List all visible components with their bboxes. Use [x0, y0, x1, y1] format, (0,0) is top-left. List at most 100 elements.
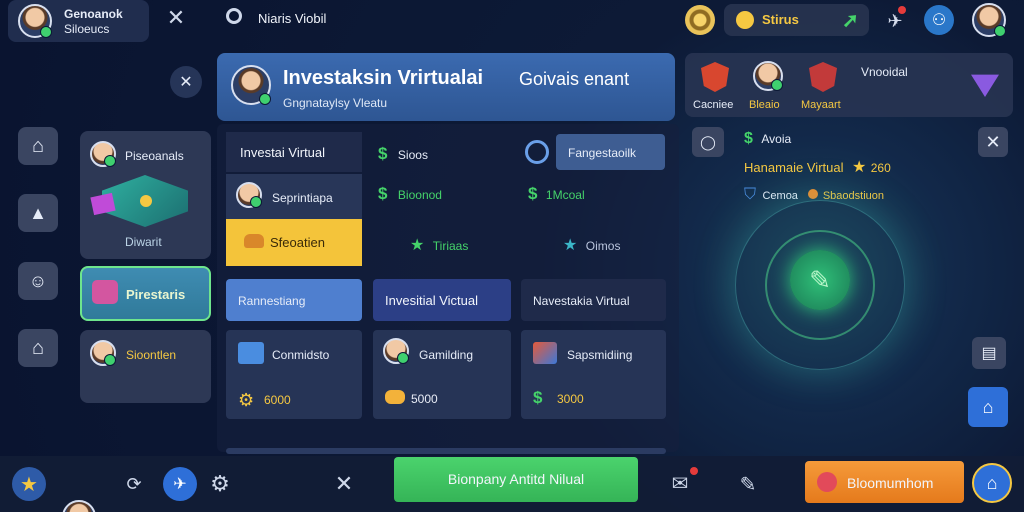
stat-row-4: $ 1Mcoal — [528, 184, 585, 204]
stat-label: 1Mcoal — [545, 188, 585, 202]
settings-icon[interactable] — [226, 8, 242, 24]
profile-name: Genoanok — [64, 7, 123, 21]
stat-button-label: Fangestaoilk — [568, 146, 637, 160]
category-card-3[interactable]: Sioontlen — [80, 330, 211, 403]
tab-label: Navestakia Virtual — [533, 294, 630, 308]
star-icon: ★ — [851, 159, 867, 176]
coin-icon — [140, 195, 152, 207]
card-1[interactable]: Gamilding 5000 — [373, 330, 511, 419]
close-icon[interactable]: ✕ — [978, 127, 1008, 157]
avatar — [236, 182, 262, 208]
pin-icon[interactable]: ✎ — [734, 470, 762, 498]
heart-icon — [817, 472, 837, 492]
cta-button-label: Bloomumhom — [847, 475, 934, 491]
card-value: 3000 — [557, 392, 584, 406]
info-line-1: $ Avoia — [744, 130, 791, 148]
gear-icon[interactable]: ⚙ — [206, 470, 234, 498]
mail-icon[interactable]: ✉ — [666, 470, 694, 496]
arrow-up-icon: ➚ — [842, 10, 859, 32]
tab-1[interactable]: Invesitial Victual — [373, 279, 511, 321]
coin-label: Stirus — [762, 12, 799, 27]
tab-2[interactable]: Navestakia Virtual — [521, 279, 666, 321]
list-icon — [238, 342, 264, 364]
card-title: Sapsmidiing — [567, 348, 633, 362]
wrench-icon[interactable]: ✎ — [790, 250, 850, 310]
stat-label: Oimos — [585, 239, 621, 253]
stat-row-3: ★ Tiriaas — [410, 235, 468, 255]
dollar-icon: $ — [528, 184, 538, 203]
close-icon[interactable]: ✕ — [330, 470, 358, 498]
page-title: Investaksin Vrirtualai — [283, 67, 484, 89]
avatar-top-right[interactable] — [972, 3, 1006, 37]
avatar — [231, 65, 271, 105]
hand-icon — [244, 234, 264, 248]
badge-panel: Cacniee Bleaio Mayaart Vnooidal — [685, 53, 1013, 117]
dollar-icon: $ — [533, 388, 543, 407]
page-subtitle: Gngnataylsy Vleatu — [283, 96, 388, 110]
stat-row-1: $ Sioos — [378, 144, 428, 164]
star-icon[interactable]: ★ — [12, 467, 46, 501]
bag-icon[interactable]: ⌂ — [972, 463, 1012, 503]
back-icon[interactable]: ◯ — [692, 127, 724, 157]
plane-icon[interactable]: ✈ — [163, 467, 197, 501]
crossed-tools-icon[interactable]: ✕ — [170, 66, 202, 98]
close-icon[interactable]: ✕ — [164, 5, 188, 30]
dollar-icon: $ — [378, 144, 388, 163]
mail-icon[interactable]: ▤ — [972, 337, 1006, 369]
card-title: Gamilding — [419, 348, 474, 362]
card-title: Conmidsto — [272, 348, 330, 362]
primary-button[interactable]: Bionpany Antitd Nilual — [394, 457, 638, 502]
badge-shield-icon[interactable] — [809, 62, 837, 92]
home-icon-2[interactable]: ⌂ — [18, 329, 58, 367]
info-value: 260 — [870, 161, 891, 175]
face-icon[interactable]: ☺ — [18, 262, 58, 300]
medal-icon[interactable] — [685, 5, 715, 35]
gear-icon: ⚙ — [238, 390, 255, 410]
shuffle-icon[interactable]: ⟳ — [120, 470, 148, 498]
hat-icon[interactable]: ▲ — [18, 194, 58, 232]
avatar — [90, 141, 116, 167]
menu-item-label: Seprintiapa — [272, 191, 333, 205]
badge-label: Mayaart — [801, 99, 841, 111]
dollar-icon: $ — [744, 130, 753, 147]
bag-icon[interactable]: ⌂ — [968, 387, 1008, 427]
coin-counter[interactable]: Stirus ➚ — [724, 4, 869, 36]
stat-button[interactable]: Fangestaoilk — [556, 134, 665, 170]
tab-0[interactable]: Rannestiang — [226, 279, 362, 321]
menu-title[interactable]: Investai Virtual — [226, 132, 362, 172]
stat-row-2: $ Bioonod — [378, 184, 442, 204]
card-0[interactable]: Conmidsto ⚙ 6000 — [226, 330, 362, 419]
gift-icon — [92, 280, 118, 304]
hand-coin-icon — [385, 390, 405, 404]
badge-title: Vnooidal — [861, 65, 908, 79]
home-icon[interactable]: ⌂ — [18, 127, 58, 165]
share-icon[interactable]: ⚇ — [924, 5, 954, 35]
info-label: Hanamaie Virtual — [744, 160, 844, 175]
tab-label[interactable]: Niaris Viobil — [258, 11, 326, 26]
card-value: 5000 — [411, 392, 438, 406]
info-label: Cemoa — [762, 190, 798, 202]
profile-status: Siloeucs — [64, 22, 110, 36]
category-card-1[interactable]: Piseoanals Diwarit — [80, 131, 211, 259]
stat-row-5: ★ Oimos — [563, 235, 620, 255]
badge-shield-icon[interactable] — [701, 62, 729, 92]
star-icon: ★ — [563, 237, 578, 254]
stat-label: Tiriaas — [432, 239, 469, 253]
stat-label: Bioonod — [397, 188, 442, 202]
coin-icon — [736, 11, 754, 29]
menu-item[interactable]: Seprintiapa — [226, 174, 362, 219]
card-2[interactable]: Sapsmidiing $ 3000 — [521, 330, 666, 419]
menu-button[interactable]: Sfeoatien — [226, 219, 362, 266]
refresh-icon[interactable] — [525, 140, 549, 164]
profile-card[interactable]: Genoanok Siloeucs — [8, 0, 149, 42]
shield-icon: ⛉ — [744, 186, 757, 203]
badge-avatar[interactable] — [753, 61, 783, 91]
info-line-2: Hanamaie Virtual ★ 260 — [744, 157, 891, 177]
cta-button[interactable]: Bloomumhom — [805, 461, 964, 503]
star-icon: ★ — [410, 237, 425, 254]
notification-dot — [898, 6, 906, 14]
card-value: 6000 — [264, 393, 291, 407]
avatar — [18, 4, 52, 38]
category-card-2[interactable]: Pirestaris — [80, 266, 211, 321]
category-sublabel: Diwarit — [125, 235, 162, 249]
